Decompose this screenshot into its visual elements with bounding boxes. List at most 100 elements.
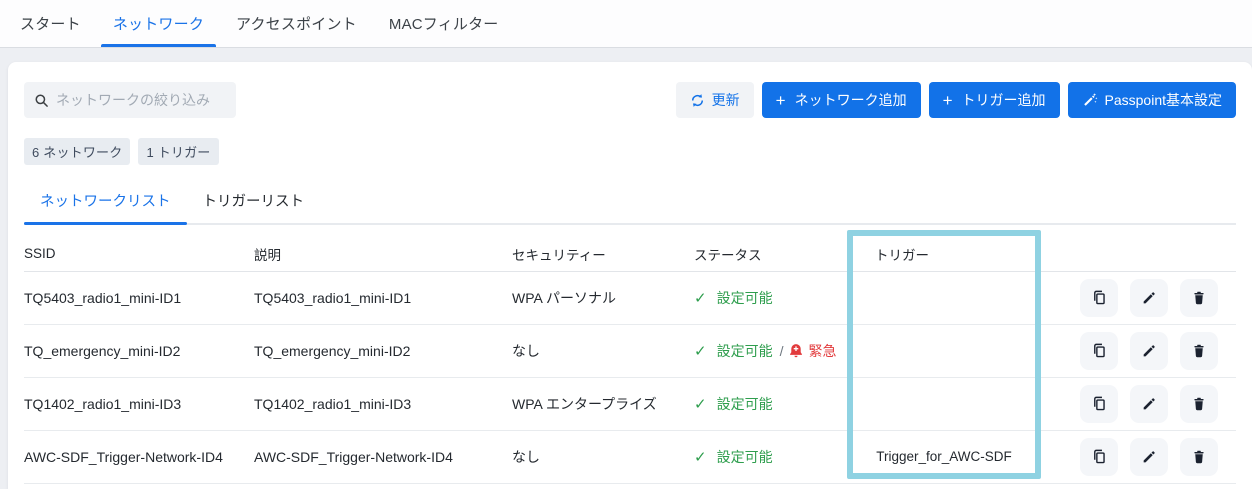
plus-icon: +: [942, 90, 953, 110]
check-icon: ✓: [694, 448, 707, 466]
trigger-cell: [847, 377, 1041, 431]
trash-icon: [1194, 397, 1204, 410]
refresh-icon: [691, 93, 703, 107]
actions-cell: [1041, 377, 1236, 431]
tab-macfilter[interactable]: MACフィルター: [373, 0, 515, 47]
status-cell: ✓ 設定可能 /: [694, 271, 847, 325]
column-header: 説明: [254, 225, 512, 272]
status-separator: /: [779, 342, 784, 359]
actions-cell: [1041, 324, 1236, 378]
pencil-icon: [1143, 397, 1155, 409]
copy-button[interactable]: [1080, 278, 1118, 317]
column-header: ステータス: [694, 225, 847, 272]
column-header: トリガー: [847, 225, 1041, 272]
magic-wand-icon: [1083, 93, 1097, 106]
network-table-body: TQ5403_radio1_mini-ID1 TQ5403_radio1_min…: [24, 271, 1236, 484]
actions-cell: [1041, 271, 1236, 325]
ssid-cell: TQ_emergency_mini-ID2: [24, 324, 254, 378]
list-tab-bar: ネットワークリスト トリガーリスト: [24, 179, 1236, 225]
edit-button[interactable]: [1130, 278, 1168, 317]
table-header-row: SSID 説明 セキュリティー ステータス トリガー: [24, 225, 1236, 272]
list-tab-trigger-list[interactable]: トリガーリスト: [187, 179, 321, 223]
delete-button[interactable]: [1180, 384, 1218, 423]
trigger-cell: [847, 324, 1041, 378]
status-label: 設定可能: [716, 448, 773, 465]
edit-button[interactable]: [1130, 384, 1168, 423]
description-cell: TQ1402_radio1_mini-ID3: [254, 377, 512, 431]
emergency-status: / 緊急: [773, 341, 837, 361]
copy-button[interactable]: [1080, 384, 1118, 423]
status-cell: ✓ 設定可能 /: [694, 430, 847, 484]
trash-icon: [1194, 344, 1204, 357]
trigger-cell: Trigger_for_AWC-SDF: [847, 430, 1041, 484]
copy-icon: [1093, 396, 1105, 411]
tab-accesspoint[interactable]: アクセスポイント: [220, 0, 373, 47]
emergency-bell-icon: [790, 343, 803, 357]
ssid-cell: AWC-SDF_Trigger-Network-ID4: [24, 430, 254, 484]
column-header: セキュリティー: [512, 225, 694, 272]
trash-icon: [1194, 450, 1204, 463]
add-network-label: ネットワーク追加: [794, 92, 907, 108]
copy-icon: [1093, 290, 1105, 305]
table-row: TQ1402_radio1_mini-ID3 TQ1402_radio1_min…: [24, 377, 1236, 431]
table-row: TQ_emergency_mini-ID2 TQ_emergency_mini-…: [24, 324, 1236, 378]
search-input[interactable]: [56, 92, 226, 108]
status-label: 設定可能: [716, 342, 773, 359]
security-cell: WPA エンタープライズ: [512, 377, 694, 431]
toolbar: 更新 + ネットワーク追加 + トリガー追加 Passpoint基本設定: [24, 82, 1236, 118]
pencil-icon: [1143, 450, 1155, 462]
status-cell: ✓ 設定可能 /: [694, 377, 847, 431]
security-cell: なし: [512, 324, 694, 378]
summary-badges: 6 ネットワーク 1 トリガー: [24, 138, 1236, 165]
status-label: 設定可能: [716, 395, 773, 412]
add-trigger-button[interactable]: + トリガー追加: [928, 82, 1060, 118]
pencil-icon: [1143, 344, 1155, 356]
copy-button[interactable]: [1080, 437, 1118, 476]
refresh-label: 更新: [711, 92, 740, 108]
search-icon: [35, 94, 48, 107]
network-table: SSID 説明 セキュリティー ステータス トリガー TQ5403_radio1_min…: [24, 225, 1236, 484]
check-icon: ✓: [694, 342, 707, 360]
actions-cell: [1041, 430, 1236, 484]
passpoint-label: Passpoint基本設定: [1104, 92, 1222, 108]
table-row: TQ5403_radio1_mini-ID1 TQ5403_radio1_min…: [24, 271, 1236, 325]
passpoint-settings-button[interactable]: Passpoint基本設定: [1067, 82, 1236, 118]
security-cell: WPA パーソナル: [512, 271, 694, 325]
status-label: 設定可能: [716, 289, 773, 306]
description-cell: AWC-SDF_Trigger-Network-ID4: [254, 430, 512, 484]
plus-icon: +: [775, 90, 786, 110]
trigger-cell: [847, 271, 1041, 325]
refresh-button[interactable]: 更新: [675, 82, 754, 118]
emergency-label: 緊急: [808, 342, 837, 359]
delete-button[interactable]: [1180, 278, 1218, 317]
network-panel: 更新 + ネットワーク追加 + トリガー追加 Passpoint基本設定 6 ネ…: [8, 62, 1252, 489]
add-network-button[interactable]: + ネットワーク追加: [761, 82, 921, 118]
count-badge: 6 ネットワーク: [24, 138, 131, 165]
trash-icon: [1194, 291, 1204, 304]
check-icon: ✓: [694, 289, 707, 307]
table-row: AWC-SDF_Trigger-Network-ID4 AWC-SDF_Trig…: [24, 430, 1236, 484]
column-header-actions: [1041, 225, 1236, 272]
main-tab-bar: スタート ネットワーク アクセスポイント MACフィルター: [0, 0, 1252, 48]
ssid-cell: TQ5403_radio1_mini-ID1: [24, 271, 254, 325]
search-box[interactable]: [24, 82, 236, 118]
edit-button[interactable]: [1130, 331, 1168, 370]
status-cell: ✓ 設定可能 / 緊急: [694, 324, 847, 378]
delete-button[interactable]: [1180, 437, 1218, 476]
security-cell: なし: [512, 430, 694, 484]
edit-button[interactable]: [1130, 437, 1168, 476]
delete-button[interactable]: [1180, 331, 1218, 370]
copy-button[interactable]: [1080, 331, 1118, 370]
check-icon: ✓: [694, 395, 707, 413]
ssid-cell: TQ1402_radio1_mini-ID3: [24, 377, 254, 431]
description-cell: TQ5403_radio1_mini-ID1: [254, 271, 512, 325]
tab-start[interactable]: スタート: [4, 0, 97, 47]
copy-icon: [1093, 449, 1105, 464]
add-trigger-label: トリガー追加: [961, 92, 1046, 108]
column-header: SSID: [24, 225, 254, 272]
list-tab-network-list[interactable]: ネットワークリスト: [24, 179, 187, 225]
count-badge: 1 トリガー: [138, 138, 219, 165]
tab-network[interactable]: ネットワーク: [97, 0, 220, 47]
copy-icon: [1093, 343, 1105, 358]
description-cell: TQ_emergency_mini-ID2: [254, 324, 512, 378]
